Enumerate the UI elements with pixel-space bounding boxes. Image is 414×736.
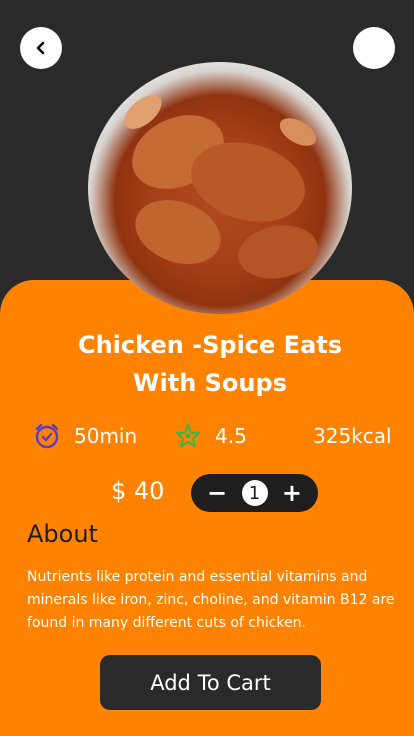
alarm-clock-icon xyxy=(35,423,59,449)
rating-value: 4.5 xyxy=(215,424,247,448)
dish-image xyxy=(88,62,352,314)
calories: 325kcal xyxy=(313,421,392,451)
about-description: Nutrients like protein and essential vit… xyxy=(27,569,395,631)
price: $ 40 xyxy=(111,477,165,505)
chevron-left-icon xyxy=(36,41,45,55)
quantity-stepper: − 1 + xyxy=(191,474,318,512)
about-heading: About xyxy=(27,520,98,548)
calories-value: 325kcal xyxy=(313,424,392,448)
favorite-button[interactable] xyxy=(353,27,395,69)
decrease-button[interactable]: − xyxy=(207,481,227,505)
product-title: Chicken -Spice Eats With Soups xyxy=(77,331,343,397)
back-button[interactable] xyxy=(20,27,62,69)
star-icon xyxy=(175,423,201,448)
cook-time-value: 50min xyxy=(74,424,138,448)
add-to-cart-button[interactable]: Add To Cart xyxy=(100,655,321,710)
quantity-value: 1 xyxy=(241,480,268,506)
increase-button[interactable]: + xyxy=(282,481,302,505)
cook-time: 50min xyxy=(34,421,137,451)
rating: 4.5 xyxy=(175,421,247,451)
